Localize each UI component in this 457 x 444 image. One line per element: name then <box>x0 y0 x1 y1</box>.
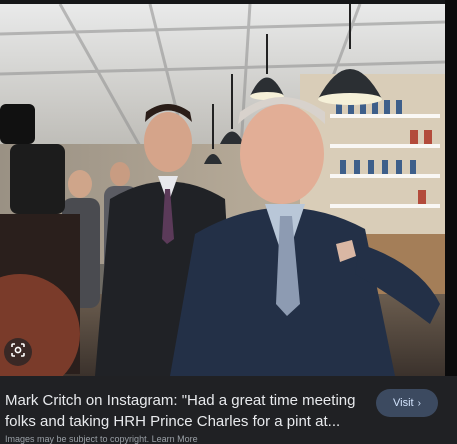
photo-illustration <box>0 4 445 376</box>
chevron-right-icon: › <box>417 397 421 409</box>
preview-image[interactable] <box>0 4 445 376</box>
visit-button[interactable]: Visit › <box>376 389 438 417</box>
copyright-text: Images may be subject to copyright. <box>5 434 150 444</box>
result-title[interactable]: Mark Critch on Instagram: "Had a great t… <box>5 390 357 432</box>
learn-more-link[interactable]: Learn More <box>152 434 198 444</box>
lens-search-button[interactable] <box>4 338 32 366</box>
visit-label: Visit <box>393 397 414 409</box>
image-viewer-panel: Mark Critch on Instagram: "Had a great t… <box>0 0 457 444</box>
copyright-notice: Images may be subject to copyright. Lear… <box>5 434 198 444</box>
result-info: Mark Critch on Instagram: "Had a great t… <box>0 376 457 444</box>
lens-search-icon <box>10 342 26 363</box>
right-edge <box>445 0 457 376</box>
